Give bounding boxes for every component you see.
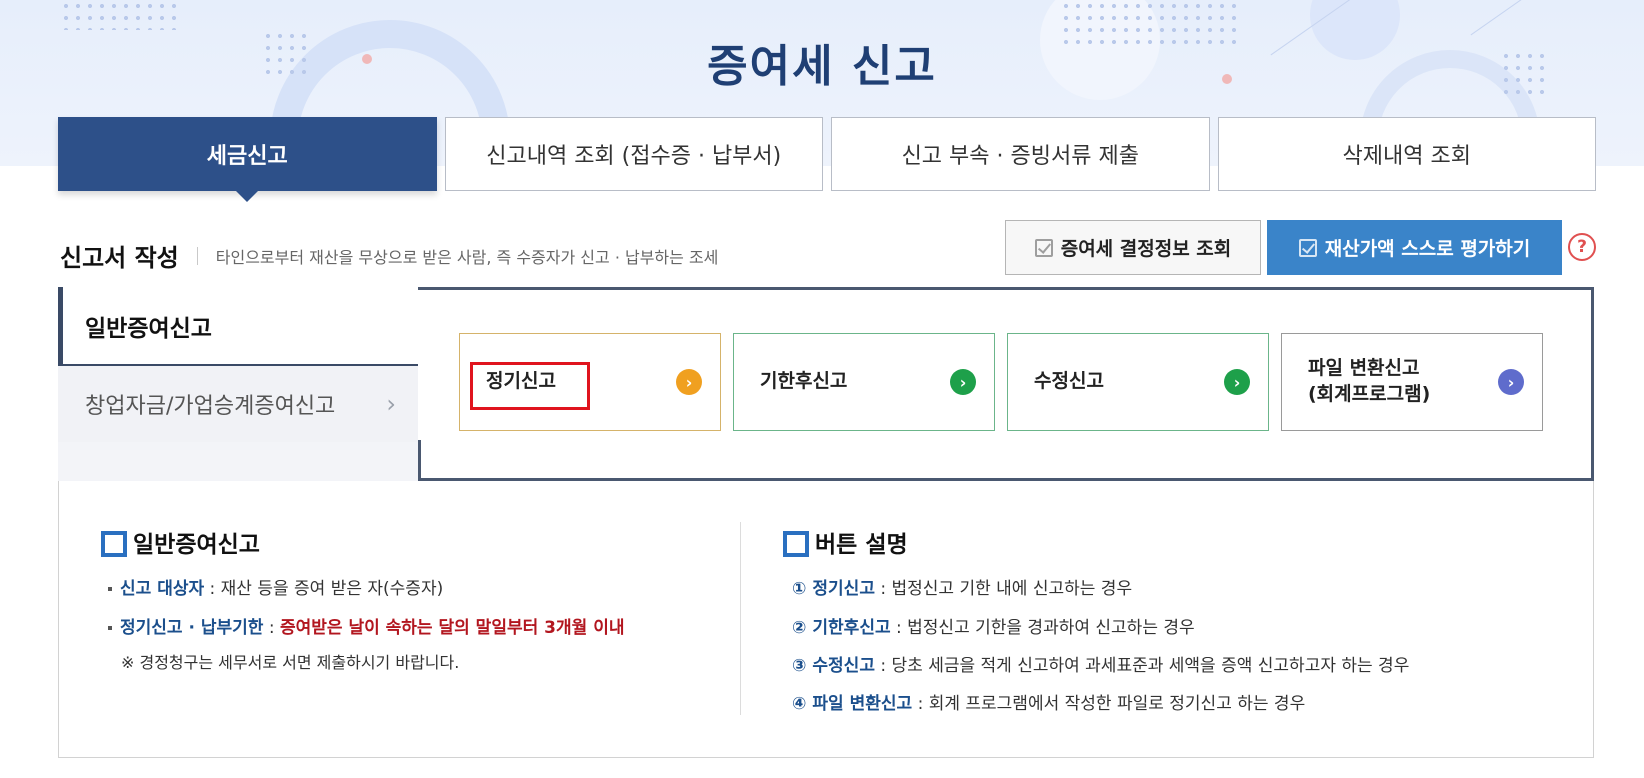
button-desc-item: ① 정기신고 : 법정신고 기한 내에 신고하는 경우 [792,574,1132,599]
info-value: : 재산 등을 증여 받은 자(수증자) [204,579,444,599]
checkbox-icon [1298,238,1317,257]
self-assess-button[interactable]: 재산가액 스스로 평가하기 [1267,220,1562,275]
button-label-line1: 파일 변환신고 [1308,357,1420,380]
late-report-button[interactable]: 기한후신고 › [733,333,995,431]
info-right-title: 버튼 설명 [815,532,908,558]
tab-tax-report[interactable]: 세금신고 [58,117,437,191]
number-badge: ④ [792,694,807,714]
desc-key: 수정신고 [812,656,875,676]
info-sep: : [263,618,280,638]
file-convert-report-button[interactable]: 파일 변환신고 (회계프로그램) › [1281,333,1543,431]
square-bullet-icon [101,531,127,557]
info-left-header: 일반증여신고 [101,525,260,559]
divider [740,522,741,715]
page-title: 증여세 신고 [707,41,937,92]
button-label: 정기신고 [486,370,556,393]
tab-report-history[interactable]: 신고내역 조회 (접수증 · 납부서) [444,117,823,191]
button-desc-item: ② 기한후신고 : 법정신고 기한을 경과하여 신고하는 경우 [792,613,1195,638]
go-arrow-icon: › [676,369,702,395]
section-description: 타인으로부터 재산을 무상으로 받은 사람, 즉 수증자가 신고 · 납부하는 … [215,247,719,267]
info-key: 정기신고 · 납부기한 [120,618,264,638]
chevron-right-icon: › [386,390,396,418]
number-badge: ③ [792,656,807,676]
go-arrow-icon: › [1224,369,1250,395]
page: 증여세 신고 세금신고 신고내역 조회 (접수증 · 납부서) 신고 부속 · … [0,0,1644,778]
checkbox-icon [1034,238,1053,257]
number-badge: ① [792,579,807,599]
square-bullet-icon [783,531,809,557]
decor-dots [60,0,180,30]
tab-attachment-submit[interactable]: 신고 부속 · 증빙서류 제출 [831,117,1210,191]
bullet-icon [108,587,112,591]
go-arrow-icon: › [950,369,976,395]
button-desc-item: ④ 파일 변환신고 : 회계 프로그램에서 작성한 파일로 정기신고 하는 경우 [792,689,1305,714]
info-left-title: 일반증여신고 [133,532,260,558]
desc-value: : 당초 세금을 적게 신고하여 과세표준과 세액을 증액 신고하고자 하는 경… [874,656,1410,676]
go-arrow-icon: › [1498,369,1524,395]
menu-general-gift[interactable]: 일반증여신고 [58,287,420,364]
decision-info-button[interactable]: 증여세 결정정보 조회 [1005,220,1261,275]
button-label-line2: (회계프로그램) [1308,383,1431,405]
decision-info-label: 증여세 결정정보 조회 [1060,238,1232,260]
tab-deleted-history[interactable]: 삭제내역 조회 [1217,117,1596,191]
button-desc-item: ③ 수정신고 : 당초 세금을 적게 신고하여 과세표준과 세액을 증액 신고하고… [792,651,1409,676]
self-assess-label: 재산가액 스스로 평가하기 [1324,238,1531,260]
regular-report-button[interactable]: 정기신고 › [459,333,721,431]
section-header: 신고서 작성 타인으로부터 재산을 무상으로 받은 사람, 즉 수증자가 신고 … [60,238,718,273]
info-key: 신고 대상자 [120,579,205,599]
desc-key: 파일 변환신고 [812,694,913,714]
desc-value: : 법정신고 기한 내에 신고하는 경우 [874,579,1133,599]
button-label: 파일 변환신고 (회계프로그램) [1308,356,1430,407]
bullet-icon [108,626,112,630]
desc-key: 정기신고 [812,579,875,599]
info-warning: 증여받은 날이 속하는 달의 말일부터 3개월 이내 [279,618,625,638]
desc-key: 기한후신고 [812,618,891,638]
menu-startup-succession-gift[interactable]: 창업자금/가업승계증여신고 › [58,364,420,442]
divider [196,246,198,265]
panel-border [418,440,421,481]
tab-bar: 세금신고 신고내역 조회 (접수증 · 납부서) 신고 부속 · 증빙서류 제출… [58,117,1596,192]
button-label: 수정신고 [1034,370,1104,393]
number-badge: ② [792,618,807,638]
button-label: 기한후신고 [760,370,848,393]
desc-value: : 법정신고 기한을 경과하여 신고하는 경우 [890,618,1195,638]
info-deadline-line: 정기신고 · 납부기한 : 증여받은 날이 속하는 달의 말일부터 3개월 이내 [108,613,624,638]
desc-value: : 회계 프로그램에서 작성한 파일로 정기신고 하는 경우 [912,694,1306,714]
info-target-line: 신고 대상자 : 재산 등을 증여 받은 자(수증자) [108,574,443,599]
info-right-header: 버튼 설명 [783,525,908,559]
help-icon[interactable]: ? [1568,233,1596,261]
section-title: 신고서 작성 [60,244,179,272]
amended-report-button[interactable]: 수정신고 › [1007,333,1269,431]
info-note: ※ 경정청구는 세무서로 서면 제출하시기 바랍니다. [121,653,460,672]
menu-label: 창업자금/가업승계증여신고 [85,394,336,419]
